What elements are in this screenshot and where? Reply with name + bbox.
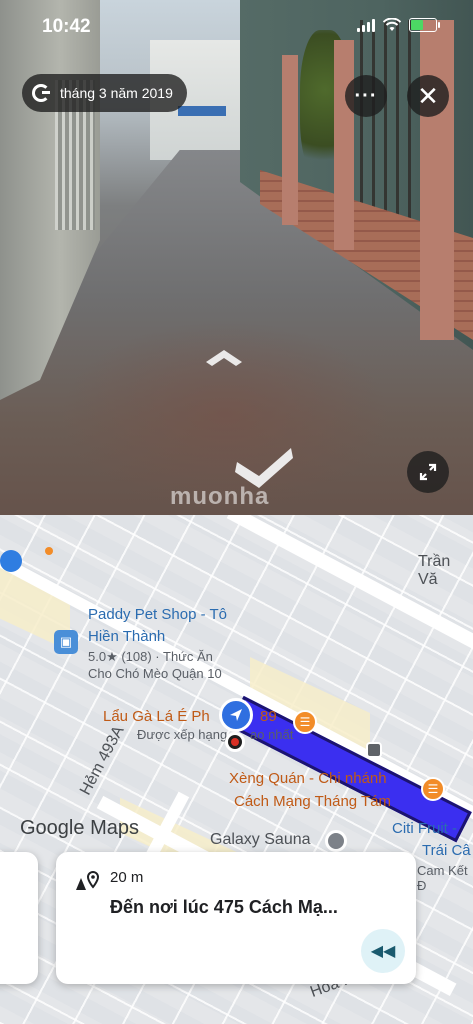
- expand-button[interactable]: [407, 451, 449, 493]
- poi-xeng-line1[interactable]: Xèng Quán - Chi nhánh: [229, 768, 387, 789]
- step-title: Đến nơi lúc 475 Cách Mạ...: [110, 897, 338, 917]
- more-icon: ···: [354, 84, 378, 107]
- capture-date: tháng 3 năm 2019: [60, 85, 173, 101]
- poi-citi-line1[interactable]: Citi Fruit -: [392, 818, 457, 839]
- capture-date-pill[interactable]: tháng 3 năm 2019: [22, 74, 187, 112]
- pillar: [420, 20, 454, 340]
- current-location-pin[interactable]: [219, 698, 253, 732]
- bus-icon[interactable]: [366, 742, 382, 758]
- rewind-icon: ◀◀: [370, 943, 396, 960]
- close-button[interactable]: ✕: [407, 75, 449, 117]
- rewind-button[interactable]: ◀◀: [361, 929, 405, 973]
- street-label-tran: Trần Vă: [418, 553, 451, 588]
- g-logo-icon: [32, 84, 50, 102]
- shopping-bag-icon[interactable]: ▣: [54, 630, 78, 654]
- poi-paddy-desc: Cho Chó Mèo Quận 10: [88, 666, 222, 681]
- destination-marker[interactable]: [225, 732, 245, 752]
- maps-wordmark: Maps: [90, 817, 139, 839]
- poi-paddy-rating: 5.0★ (108) · Thức Ăn: [88, 649, 213, 664]
- step-distance: 20 m: [110, 869, 144, 886]
- poi-citi-line2[interactable]: Trái Câ: [422, 840, 471, 861]
- pillar: [282, 55, 298, 225]
- signal-icon: [357, 18, 375, 32]
- chevron-down-icon[interactable]: [235, 446, 295, 488]
- status-icons: [357, 18, 440, 32]
- poi-paddy-line1[interactable]: Paddy Pet Shop - Tô: [88, 604, 227, 625]
- poi-galaxy[interactable]: Galaxy Sauna: [210, 831, 311, 849]
- restaurant-icon[interactable]: ☰: [421, 777, 445, 801]
- poi-lau-number: 89: [260, 708, 277, 725]
- watermark: muonha: [170, 483, 270, 510]
- location-pin-icon[interactable]: [325, 830, 347, 852]
- poi-lau-sub: Được xếp hạng: [137, 727, 228, 742]
- poi-paddy-line2[interactable]: Hiền Thành: [88, 626, 165, 647]
- battery-icon: [409, 18, 440, 32]
- chevron-up-icon[interactable]: [204, 344, 244, 368]
- pillar: [334, 40, 354, 250]
- navigation-arrow-icon: [230, 709, 242, 721]
- google-maps-logo: Google Maps: [20, 817, 139, 840]
- poi-dot: [45, 547, 53, 555]
- google-wordmark: Google: [20, 817, 85, 839]
- walking-route-icon: [76, 870, 100, 890]
- more-button[interactable]: ···: [345, 75, 387, 117]
- status-time: 10:42: [42, 16, 91, 37]
- poi-xeng-line2[interactable]: Cách Mạng Tháng Tám: [234, 791, 391, 812]
- distant-sign: [178, 106, 226, 116]
- street-view-panorama[interactable]: 10:42 tháng 3 năm 2019 ··· ✕ muonha: [0, 0, 473, 515]
- poi-lau[interactable]: Lẩu Gà Lá É Ph: [103, 706, 210, 727]
- close-icon: ✕: [417, 80, 439, 111]
- expand-icon: [419, 463, 437, 481]
- wifi-icon: [383, 18, 401, 31]
- location-pin-icon[interactable]: [0, 550, 22, 572]
- restaurant-icon[interactable]: ☰: [293, 710, 317, 734]
- poi-citi-line3: Cam Kết Đ: [417, 863, 468, 893]
- previous-step-card[interactable]: [0, 852, 38, 984]
- poi-lau-sub2: ao nhất: [250, 727, 294, 742]
